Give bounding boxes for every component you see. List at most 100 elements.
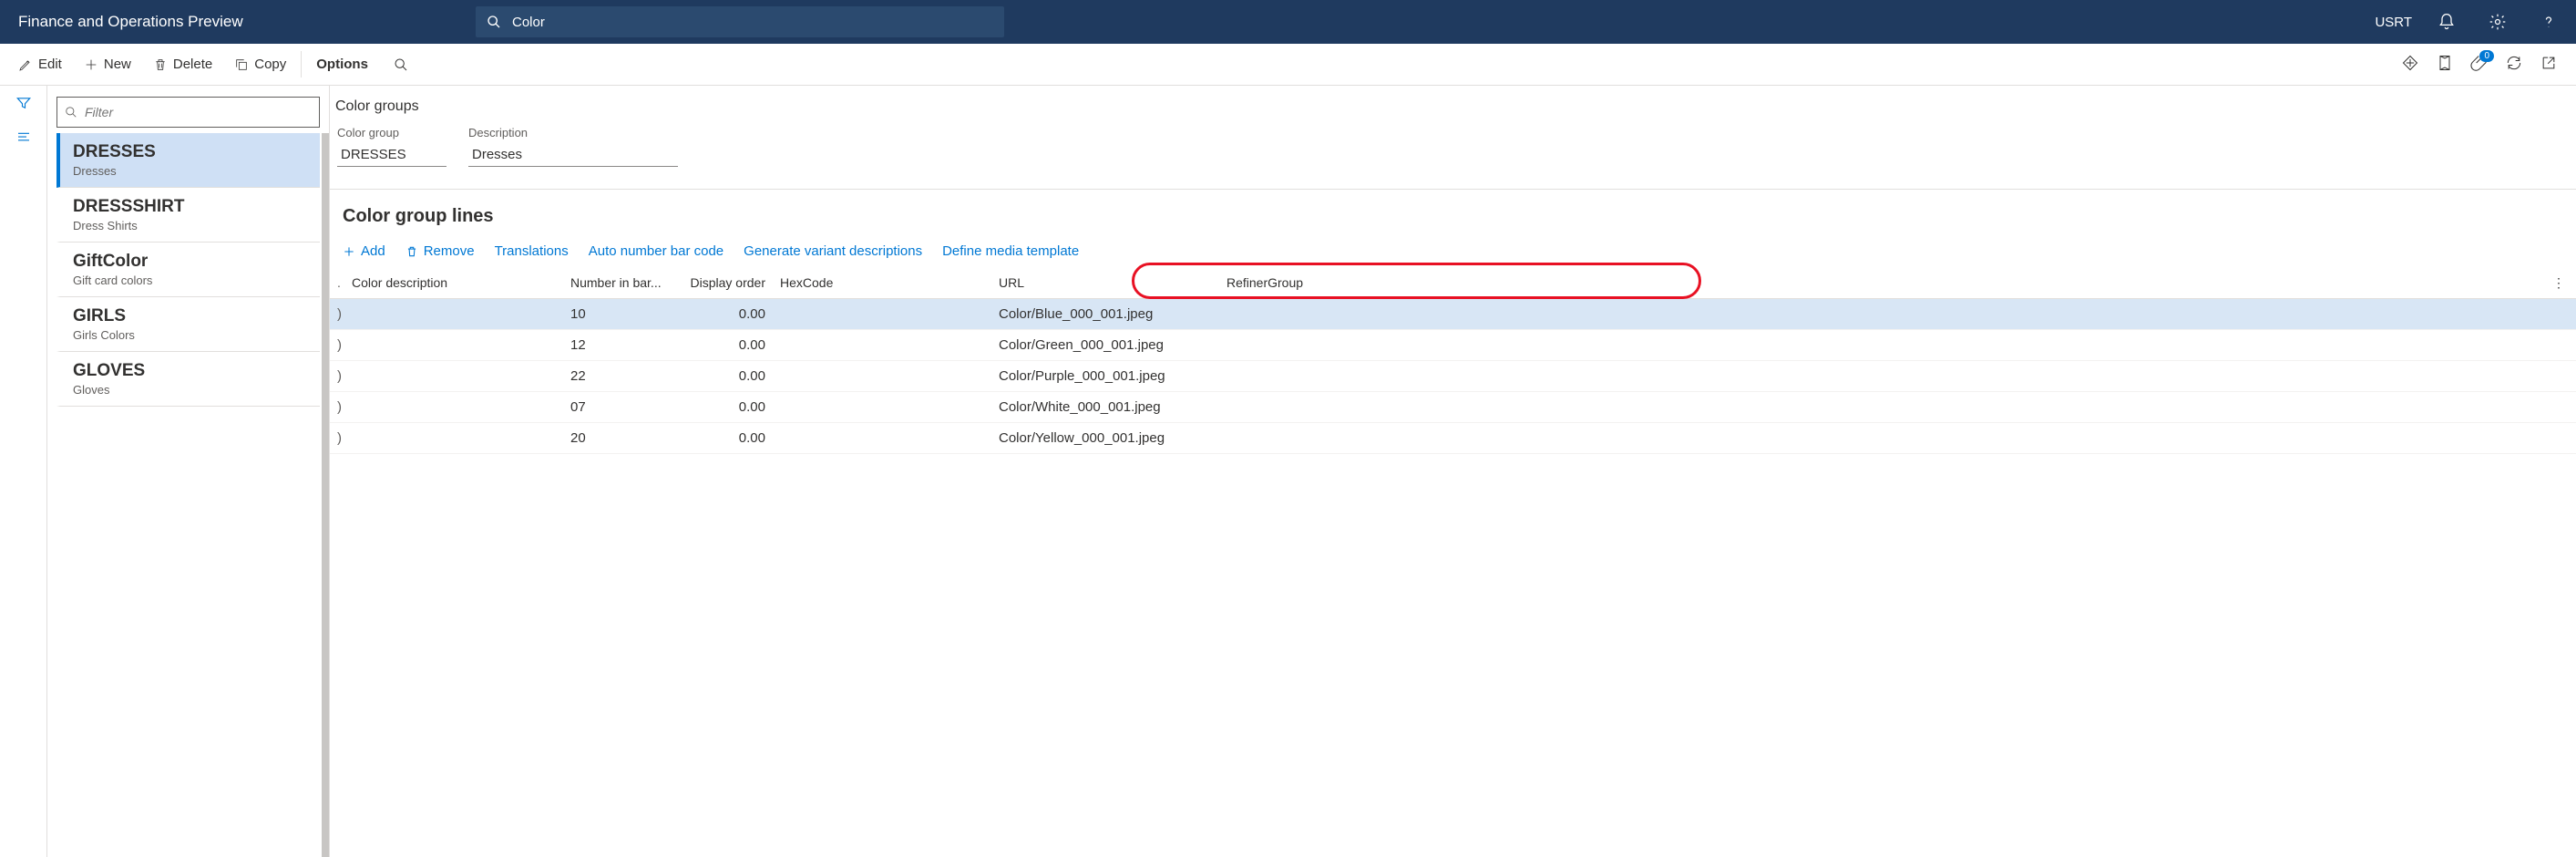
list-item-code: DRESSSHIRT <box>73 197 307 217</box>
add-label: Add <box>361 243 385 259</box>
global-search-value: Color <box>512 15 545 30</box>
refresh-button[interactable] <box>2505 54 2523 75</box>
auto-barcode-button[interactable]: Auto number bar code <box>589 243 724 259</box>
cell-display-order[interactable]: 0.00 <box>682 399 773 415</box>
list-scrollbar[interactable] <box>322 133 329 857</box>
user-label[interactable]: USRT <box>2375 15 2412 30</box>
grid-row[interactable]: ) 100.00 Color/Blue_000_001.jpeg <box>330 299 2576 330</box>
topbar-right: USRT <box>2375 5 2565 38</box>
col-header-description[interactable]: Color description <box>344 275 563 291</box>
color-group-field: Color group DRESSES <box>337 126 446 167</box>
office-button[interactable] <box>2436 54 2454 75</box>
cell-url[interactable]: Color/Purple_000_001.jpeg <box>991 368 1219 384</box>
grid-row[interactable]: ) 120.00 Color/Green_000_001.jpeg <box>330 330 2576 361</box>
list-item-desc: Dresses <box>73 164 307 178</box>
row-marker[interactable]: ) <box>330 337 344 353</box>
cell-url[interactable]: Color/Green_000_001.jpeg <box>991 337 1219 353</box>
bell-icon <box>2437 13 2456 31</box>
new-label: New <box>104 57 131 72</box>
col-header-hexcode[interactable]: HexCode <box>773 275 991 291</box>
filter-box[interactable] <box>56 97 320 128</box>
description-value[interactable]: Dresses <box>468 143 678 167</box>
row-marker[interactable]: ) <box>330 430 344 446</box>
popout-button[interactable] <box>2540 54 2558 75</box>
grid-toolbar: Add Remove Translations Auto number bar … <box>330 243 2576 268</box>
refresh-icon <box>2505 54 2523 72</box>
grid-row[interactable]: ) 200.00 Color/Yellow_000_001.jpeg <box>330 423 2576 454</box>
top-nav-bar: Finance and Operations Preview Color USR… <box>0 0 2576 44</box>
list-item-desc: Gift card colors <box>73 274 307 287</box>
add-line-button[interactable]: Add <box>343 243 385 259</box>
col-header-refinergroup[interactable]: RefinerGroup <box>1219 275 1347 291</box>
grid-marker-header: . <box>330 275 344 291</box>
new-button[interactable]: New <box>73 51 142 77</box>
list-item-code: GIRLS <box>73 306 307 326</box>
color-group-lines-grid: . Color description Number in bar... Dis… <box>330 268 2576 454</box>
global-search[interactable]: Color <box>476 6 1004 37</box>
filter-input[interactable] <box>85 105 312 119</box>
filter-pane-button[interactable] <box>15 95 32 114</box>
color-group-value[interactable]: DRESSES <box>337 143 446 167</box>
cell-url[interactable]: Color/Blue_000_001.jpeg <box>991 306 1219 322</box>
list-item[interactable]: GiftColor Gift card colors <box>56 243 320 297</box>
personalize-button[interactable] <box>2401 54 2419 75</box>
list-item-code: GLOVES <box>73 361 307 381</box>
field-label: Color group <box>337 126 446 139</box>
row-marker[interactable]: ) <box>330 399 344 415</box>
cell-display-order[interactable]: 0.00 <box>682 368 773 384</box>
funnel-icon <box>15 95 32 111</box>
grid-row[interactable]: ) 220.00 Color/Purple_000_001.jpeg <box>330 361 2576 392</box>
col-header-number[interactable]: Number in bar... <box>563 275 682 291</box>
delete-label: Delete <box>173 57 212 72</box>
cell-display-order[interactable]: 0.00 <box>682 430 773 446</box>
list-item[interactable]: GLOVESGloves <box>56 352 320 407</box>
list-item[interactable]: DRESSSHIRTDress Shirts <box>56 188 320 243</box>
help-icon <box>2540 13 2558 31</box>
cell-number[interactable]: 12 <box>563 337 682 353</box>
define-media-button[interactable]: Define media template <box>942 243 1079 259</box>
color-group-lines-fasttab: Color group lines Add Remove Translation… <box>330 189 2576 454</box>
col-header-display-order[interactable]: Display order <box>682 275 773 291</box>
list-item[interactable]: GIRLSGirls Colors <box>56 297 320 352</box>
list-item-code: GiftColor <box>73 252 307 272</box>
attachments-button[interactable]: 0 <box>2470 54 2489 75</box>
row-marker[interactable]: ) <box>330 306 344 322</box>
fasttab-title[interactable]: Color group lines <box>330 190 2576 243</box>
grid-more-button[interactable]: ⋮ <box>1347 275 2576 291</box>
help-button[interactable] <box>2532 5 2565 38</box>
cell-number[interactable]: 10 <box>563 306 682 322</box>
notifications-button[interactable] <box>2430 5 2463 38</box>
list-item[interactable]: DRESSES Dresses <box>56 133 320 188</box>
cell-display-order[interactable]: 0.00 <box>682 337 773 353</box>
gear-icon <box>2489 13 2507 31</box>
translations-button[interactable]: Translations <box>495 243 569 259</box>
cell-url[interactable]: Color/Yellow_000_001.jpeg <box>991 430 1219 446</box>
detail-panel: Color groups Color group DRESSES Descrip… <box>330 86 2576 857</box>
list-panel: DRESSESDressesDRESSSHIRTDress ShirtsGift… <box>47 86 330 857</box>
command-bar: Edit New Delete Copy Options 0 <box>0 44 2576 86</box>
plus-icon <box>343 245 355 258</box>
cell-url[interactable]: Color/White_000_001.jpeg <box>991 399 1219 415</box>
delete-button[interactable]: Delete <box>142 51 223 77</box>
col-header-url[interactable]: URL <box>991 275 1219 291</box>
cell-number[interactable]: 22 <box>563 368 682 384</box>
generate-variants-button[interactable]: Generate variant descriptions <box>744 243 922 259</box>
options-button[interactable]: Options <box>301 51 379 77</box>
command-search-icon[interactable] <box>394 57 408 72</box>
cell-number[interactable]: 07 <box>563 399 682 415</box>
command-bar-right: 0 <box>2401 54 2569 75</box>
grid-row[interactable]: ) 070.00 Color/White_000_001.jpeg <box>330 392 2576 423</box>
office-icon <box>2436 54 2454 72</box>
list-item-code: DRESSES <box>73 142 307 162</box>
related-info-button[interactable] <box>15 129 32 148</box>
edit-button[interactable]: Edit <box>7 51 73 77</box>
cell-number[interactable]: 20 <box>563 430 682 446</box>
cell-display-order[interactable]: 0.00 <box>682 306 773 322</box>
copy-button[interactable]: Copy <box>223 51 297 77</box>
left-nav-rail <box>0 86 47 857</box>
remove-line-button[interactable]: Remove <box>405 243 475 259</box>
row-marker[interactable]: ) <box>330 368 344 384</box>
description-field: Description Dresses <box>468 126 678 167</box>
copy-icon <box>234 57 249 72</box>
settings-button[interactable] <box>2481 5 2514 38</box>
